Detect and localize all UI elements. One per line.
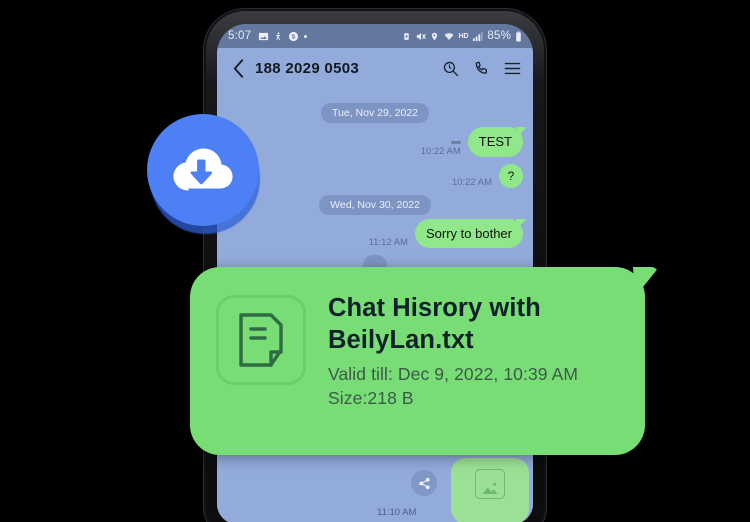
message-time: 11:12 AM <box>368 237 408 249</box>
date-separator: Tue, Nov 29, 2022 <box>227 103 523 123</box>
file-meta: Valid till: Dec 9, 2022, 10:39 AM Size:2… <box>328 363 619 410</box>
call-icon[interactable] <box>473 60 490 77</box>
dot-icon <box>304 34 308 38</box>
image-placeholder-icon <box>475 469 505 499</box>
attachment-bubble[interactable] <box>451 458 529 522</box>
signal-icon <box>472 31 483 42</box>
message-meta: 10:22 AM <box>452 177 492 188</box>
date-separator: Wed, Nov 30, 2022 <box>227 194 523 215</box>
read-receipt-icon <box>450 140 461 144</box>
image-icon <box>258 31 269 42</box>
download-badge-circle[interactable] <box>147 114 259 226</box>
back-button[interactable] <box>227 55 249 81</box>
contact-name: 188 2029 0503 <box>255 59 359 77</box>
alarm-icon <box>402 31 411 42</box>
file-title-line1: Chat Hisrory with <box>328 294 541 322</box>
app-bar: 188 2029 0503 <box>217 48 533 88</box>
message-time: 10:22 AM <box>420 145 461 157</box>
location-icon <box>430 31 439 42</box>
status-time: 5:07 <box>228 30 252 42</box>
message-time: 11:10 AM <box>377 507 417 518</box>
message-row: 10:22 AM ? <box>227 163 523 188</box>
download-badge[interactable] <box>147 114 264 234</box>
message-row: 11:12 AM Sorry to bother <box>227 218 523 249</box>
sync-icon <box>288 31 299 42</box>
menu-icon[interactable] <box>504 61 521 76</box>
search-icon[interactable] <box>442 60 459 77</box>
file-valid-till: Valid till: Dec 9, 2022, 10:39 AM <box>328 364 579 385</box>
accessibility-icon <box>274 31 283 42</box>
file-card[interactable]: Chat Hisrory with BeilyLan.txt Valid til… <box>190 267 645 455</box>
screenshot-stage: 5:07 HD 85% 188 2029 0503 Tue, Nov 29, 2… <box>0 0 750 522</box>
date-chip: Tue, Nov 29, 2022 <box>321 103 429 123</box>
document-icon <box>216 295 306 385</box>
message-bubble[interactable]: TEST <box>467 127 523 157</box>
cloud-download-icon <box>173 148 233 191</box>
app-bar-actions <box>442 60 523 77</box>
file-title-line2: BeilyLan.txt <box>328 325 474 354</box>
file-size: Size:218 B <box>328 387 414 408</box>
file-card-content: Chat Hisrory with BeilyLan.txt Valid til… <box>190 267 645 410</box>
date-chip: Wed, Nov 30, 2022 <box>319 194 431 215</box>
hd-icon: HD <box>458 32 469 40</box>
file-title: Chat Hisrory with BeilyLan.txt <box>328 293 619 356</box>
battery-icon <box>515 30 522 42</box>
message-meta: 11:12 AM <box>369 237 408 248</box>
message-row: 10:22 AM TEST <box>227 127 523 157</box>
status-bar-right: HD 85% <box>402 30 522 42</box>
message-time: 10:22 AM <box>451 176 492 188</box>
message-bubble[interactable]: Sorry to bother <box>415 218 523 249</box>
wifi-icon <box>443 31 455 42</box>
file-text-block: Chat Hisrory with BeilyLan.txt Valid til… <box>328 291 619 410</box>
message-bubble[interactable]: ? <box>499 163 523 188</box>
message-meta: 10:22 AM <box>420 140 461 157</box>
battery-percent: 85% <box>487 30 511 42</box>
share-icon[interactable] <box>411 470 437 496</box>
chat-bottom-strip: 11:10 AM <box>217 454 533 522</box>
mute-icon <box>415 31 426 42</box>
status-bar: 5:07 HD 85% <box>217 24 533 48</box>
status-bar-left: 5:07 <box>228 30 308 42</box>
